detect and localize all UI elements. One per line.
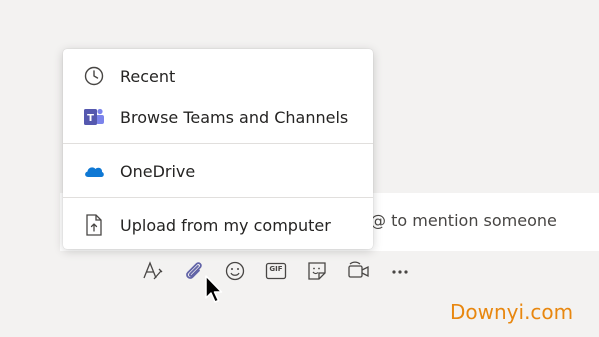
menu-item-label: Browse Teams and Channels — [120, 107, 349, 127]
menu-item-recent[interactable]: Recent — [63, 56, 373, 96]
menu-item-upload[interactable]: Upload from my computer — [63, 205, 373, 245]
mouse-cursor-icon — [204, 275, 226, 305]
menu-item-onedrive[interactable]: OneDrive — [63, 151, 373, 191]
more-options-icon[interactable] — [388, 259, 412, 283]
emoji-icon[interactable] — [223, 259, 247, 283]
teams-icon: T — [83, 106, 105, 128]
attach-icon[interactable] — [182, 259, 206, 283]
svg-text:T: T — [87, 113, 94, 124]
meet-now-icon[interactable] — [347, 259, 371, 283]
gif-label: GIF — [269, 265, 283, 273]
menu-item-browse-teams[interactable]: T Browse Teams and Channels — [63, 97, 373, 137]
compose-placeholder: @ to mention someone — [370, 211, 557, 230]
attach-menu: Recent T Browse Teams and Channels OneDr… — [63, 49, 373, 249]
clock-icon — [83, 65, 105, 87]
menu-item-label: Recent — [120, 66, 176, 86]
format-icon[interactable] — [141, 259, 165, 283]
menu-item-label: OneDrive — [120, 161, 196, 181]
upload-file-icon — [83, 214, 105, 236]
onedrive-icon — [83, 160, 105, 182]
gif-icon[interactable]: GIF — [264, 259, 288, 283]
menu-item-label: Upload from my computer — [120, 215, 331, 235]
sticker-icon[interactable] — [305, 259, 329, 283]
menu-divider — [63, 197, 373, 198]
menu-divider — [63, 143, 373, 144]
watermark: Downyi.com — [450, 300, 574, 324]
